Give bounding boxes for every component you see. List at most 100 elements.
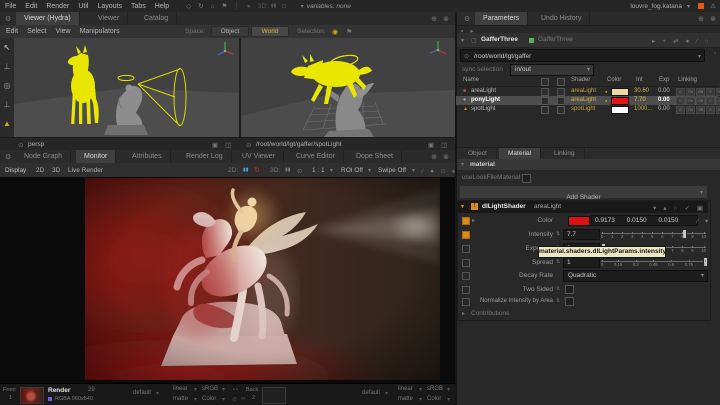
- color-swatch[interactable]: [611, 97, 629, 105]
- linking-button[interactable]: Off: [696, 88, 705, 96]
- shader-header-icon[interactable]: ▾: [653, 204, 656, 212]
- contributions-label[interactable]: Contributions: [471, 310, 509, 317]
- viewport-footer-icon[interactable]: ▣: [428, 141, 434, 149]
- mute-checkbox[interactable]: [541, 88, 549, 96]
- live-render-menu[interactable]: Live Render: [68, 167, 103, 174]
- tab-catalog[interactable]: Catalog: [136, 12, 177, 25]
- scene-path-input[interactable]: ⊙ /root/world/lgt/gaffer ▾: [460, 49, 705, 62]
- intensity-cell[interactable]: 7.70: [634, 96, 646, 105]
- sync-selection-dropdown[interactable]: in/out ▾: [510, 64, 594, 76]
- linking-button[interactable]: On: [686, 106, 695, 114]
- exposure-cell[interactable]: 0.00: [658, 87, 670, 96]
- monitor-tool-icon[interactable]: □: [441, 168, 445, 175]
- tab-uv-viewer[interactable]: UV Viewer: [234, 150, 284, 163]
- plus-icon[interactable]: ⊕: [431, 15, 437, 23]
- viewport-tool-icon[interactable]: ▲: [0, 119, 14, 128]
- warning-icon[interactable]: ⚠: [710, 2, 716, 10]
- expand-icon[interactable]: ▾: [461, 203, 464, 210]
- dropdown-icon[interactable]: ▾: [447, 396, 450, 403]
- tab-node-graph[interactable]: Node Graph: [16, 150, 71, 163]
- render-start-icon[interactable]: ●: [247, 3, 251, 10]
- linking-button[interactable]: C: [676, 88, 685, 96]
- curve-linear-dropdown-back[interactable]: linear: [398, 386, 413, 392]
- close-icon[interactable]: ⊗: [710, 15, 716, 23]
- color-g-value[interactable]: 0.0150: [627, 217, 647, 224]
- project-filename[interactable]: louvre_fog.katana: [630, 3, 682, 10]
- color-r-value[interactable]: 0.9173: [595, 217, 615, 224]
- tab-monitor[interactable]: Monitor: [76, 150, 116, 163]
- roi-dropdown-icon[interactable]: ▾: [368, 167, 371, 174]
- col-int[interactable]: Int: [636, 77, 643, 83]
- exposure-cell[interactable]: 0.00: [658, 96, 670, 105]
- selection-mode-icon[interactable]: ◉: [332, 28, 338, 36]
- shader-header-icon[interactable]: ▴: [663, 204, 666, 212]
- shader-header-icon[interactable]: ✓: [684, 204, 689, 212]
- tab-render-log[interactable]: Render Log: [178, 150, 232, 163]
- tab-dope-sheet[interactable]: Dope Sheet: [348, 150, 402, 163]
- shader-cell[interactable]: spotLight: [571, 105, 595, 114]
- linking-button[interactable]: C: [706, 97, 715, 105]
- light-row-arealight[interactable]: ■ areaLight areaLight ● 30.60 0.00 COnOf…: [456, 87, 718, 96]
- mode-3d-button[interactable]: 3D: [52, 167, 60, 174]
- back-buffer-thumbnail[interactable]: [262, 387, 286, 404]
- color-swatch[interactable]: [611, 88, 629, 96]
- viewport-tool-icon[interactable]: ⊥: [0, 100, 14, 109]
- tab-viewer[interactable]: Viewer: [90, 12, 128, 25]
- path-pin-icon[interactable]: ▪: [714, 51, 716, 57]
- gear-icon[interactable]: ⚙: [5, 15, 11, 23]
- solo-checkbox[interactable]: [557, 106, 565, 114]
- loop-icon[interactable]: ∞: [241, 396, 245, 402]
- col-shader[interactable]: Shader: [571, 77, 590, 83]
- close-icon[interactable]: ⊗: [443, 153, 449, 161]
- viewer-menu-item[interactable]: Select: [27, 28, 46, 35]
- light-row-ponylight-selected[interactable]: ● ponyLight areaLight ● 7.70 0.00 COnOff…: [456, 96, 718, 105]
- gear-icon[interactable]: ⚙: [464, 15, 470, 23]
- viewer-menu-item[interactable]: Edit: [6, 28, 18, 35]
- space-world-button[interactable]: World: [251, 26, 289, 37]
- col-name[interactable]: Name: [463, 77, 479, 83]
- linking-button[interactable]: On: [716, 88, 720, 96]
- shader-name-value[interactable]: areaLight: [534, 203, 561, 210]
- intensity-value-field[interactable]: 7.7: [563, 229, 600, 240]
- mode-2d-button[interactable]: 2D: [36, 167, 44, 174]
- dropdown-icon[interactable]: ▾: [222, 386, 225, 393]
- camera-icon[interactable]: ⊙: [18, 141, 23, 149]
- node-header-icon[interactable]: ●: [686, 38, 690, 45]
- tab-undo-history[interactable]: Undo History: [533, 12, 590, 25]
- spread-slider[interactable]: 00.150.30.450.60.751: [601, 257, 706, 269]
- menu-item[interactable]: Edit: [25, 3, 37, 10]
- viewport-footer-icon[interactable]: ▣: [212, 141, 218, 149]
- viewport-tool-icon[interactable]: ⊥: [0, 62, 14, 71]
- stop-3d-icon[interactable]: ⊙: [281, 2, 286, 10]
- param-row-icon[interactable]: ▾: [705, 217, 708, 225]
- viewport-footer-icon[interactable]: ◫: [225, 141, 231, 149]
- menu-item[interactable]: Layouts: [97, 3, 122, 10]
- expand-icon[interactable]: ▸: [462, 310, 465, 317]
- shader-header[interactable]: ▾ ! dlLightShader areaLight ▾▴○✓▣: [458, 201, 708, 213]
- linking-button[interactable]: On: [716, 106, 720, 114]
- curve-linear-dropdown[interactable]: linear: [173, 386, 188, 392]
- param-row-icon[interactable]: ∕: [697, 218, 698, 225]
- color-param-swatch[interactable]: [568, 216, 590, 226]
- node-header-icon[interactable]: ⇄: [673, 37, 678, 45]
- matte-dropdown[interactable]: matte: [173, 396, 188, 402]
- dropdown-icon[interactable]: ▾: [419, 386, 422, 393]
- intensity-cell[interactable]: 30.60: [634, 87, 649, 96]
- toolbar-icon[interactable]: ⌂: [211, 3, 215, 10]
- col-exp[interactable]: Exp: [659, 77, 669, 83]
- monitor-tool-icon[interactable]: ●: [430, 168, 434, 175]
- pause-3d-icon[interactable]: ▮▮: [271, 3, 277, 9]
- linking-button[interactable]: C: [706, 88, 715, 96]
- toolbar-icon[interactable]: ↻: [198, 2, 203, 10]
- swipe-dropdown-icon[interactable]: ▾: [412, 167, 415, 174]
- viewport-right-spotlight[interactable]: [241, 38, 455, 137]
- node-header-icon[interactable]: ▸: [652, 37, 655, 45]
- linking-button[interactable]: On: [716, 97, 720, 105]
- viewport-camera-label[interactable]: persp: [28, 141, 44, 148]
- linking-button[interactable]: Off: [696, 97, 705, 105]
- linking-button[interactable]: On: [686, 88, 695, 96]
- linking-button[interactable]: Off: [696, 106, 705, 114]
- node-header-icon[interactable]: +: [662, 38, 666, 45]
- viewer-menu-item[interactable]: View: [56, 28, 71, 35]
- tab-attributes[interactable]: Attributes: [124, 150, 171, 163]
